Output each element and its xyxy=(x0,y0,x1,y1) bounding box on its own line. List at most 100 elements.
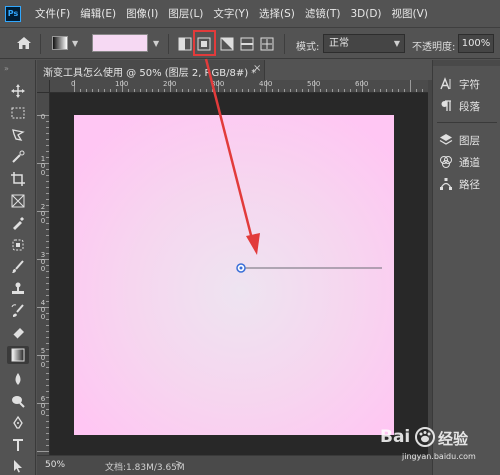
mode-label: 模式: xyxy=(296,42,320,53)
divider xyxy=(437,122,497,123)
paw-logo-icon xyxy=(415,427,435,447)
status-menu-arrow[interactable]: > xyxy=(175,459,183,469)
baidu-jingyan-watermark: Bai 经验 jingyan.baidu.com xyxy=(380,425,500,475)
vertical-ruler[interactable]: 0 1 0 0 2 0 0 3 0 0 4 0 0 5 0 0 6 0 0 xyxy=(37,93,50,455)
history-brush-tool-icon[interactable] xyxy=(9,302,27,320)
path-selection-tool-icon[interactable] xyxy=(9,457,27,475)
ruler-ticks xyxy=(74,80,423,92)
panel-item-channels[interactable]: 通道 xyxy=(439,154,480,170)
crop-tool-icon[interactable] xyxy=(9,170,27,188)
panel-label: 段落 xyxy=(459,100,480,113)
angle-gradient-icon[interactable] xyxy=(220,37,234,51)
ruler-label: 100 xyxy=(115,80,129,88)
options-bar: ▼ ▼ 模式: 正常 ▼ 不透明度: 100% xyxy=(0,27,500,59)
quick-selection-tool-icon[interactable] xyxy=(9,148,27,166)
menu-bar: Ps 文件(F) 编辑(E) 图像(I) 图层(L) 文字(Y) 选择(S) 滤… xyxy=(0,0,500,27)
menu-filter[interactable]: 滤镜(T) xyxy=(305,6,341,21)
panel-header[interactable] xyxy=(433,60,500,66)
clone-stamp-tool-icon[interactable] xyxy=(9,280,27,298)
ruler-label: 5 0 0 xyxy=(40,347,46,369)
marquee-tool-icon[interactable] xyxy=(9,104,27,122)
paths-icon xyxy=(439,177,453,191)
ruler-label: 3 0 0 xyxy=(40,251,46,273)
menu-image[interactable]: 图像(I) xyxy=(126,6,158,21)
menu-3d[interactable]: 3D(D) xyxy=(350,8,381,20)
pen-tool-icon[interactable] xyxy=(9,414,27,432)
menu-file[interactable]: 文件(F) xyxy=(35,6,70,21)
panel-item-paths[interactable]: 路径 xyxy=(439,176,480,192)
home-icon[interactable] xyxy=(16,36,32,50)
ruler-label: 1 0 0 xyxy=(40,155,46,177)
chevron-down-icon[interactable]: ▼ xyxy=(153,39,159,48)
linear-gradient-icon[interactable] xyxy=(178,37,192,51)
annotation-highlight-box xyxy=(193,30,216,56)
dodge-tool-icon[interactable] xyxy=(9,392,27,410)
panel-item-character[interactable]: 字符 xyxy=(439,76,480,92)
menu-select[interactable]: 选择(S) xyxy=(259,6,295,21)
ruler-label: 400 xyxy=(259,80,273,88)
reflected-gradient-icon[interactable] xyxy=(240,37,254,51)
channels-icon xyxy=(439,155,453,169)
eraser-tool-icon[interactable] xyxy=(9,324,27,342)
panel-label: 通道 xyxy=(459,156,480,169)
watermark-url: jingyan.baidu.com xyxy=(402,452,476,461)
horizontal-ruler[interactable]: 0 100 200 300 400 500 600 xyxy=(50,80,428,93)
ruler-label: 6 0 0 xyxy=(40,395,46,417)
frame-tool-icon[interactable] xyxy=(9,192,27,210)
panel-label: 字符 xyxy=(459,78,480,91)
ruler-label: 2 0 0 xyxy=(40,203,46,225)
separator xyxy=(168,34,169,54)
tab-strip xyxy=(265,60,428,80)
menu-view[interactable]: 视图(V) xyxy=(392,6,428,21)
tool-preset-picker[interactable] xyxy=(52,36,68,50)
side-panel-dock: 字符 段落 图层 通道 路径 xyxy=(432,60,500,475)
brush-tool-icon[interactable] xyxy=(9,258,27,276)
blend-mode-value: 正常 xyxy=(329,38,349,49)
watermark-brand: Bai xyxy=(380,427,411,447)
close-icon[interactable]: × xyxy=(253,63,261,74)
status-bar: 50% 文档:1.83M/3.65M > xyxy=(37,455,432,475)
move-tool-icon[interactable] xyxy=(9,82,27,100)
opacity-input[interactable]: 100% xyxy=(458,34,494,53)
ruler-label: 300 xyxy=(211,80,225,88)
zoom-level[interactable]: 50% xyxy=(45,460,65,470)
ruler-origin[interactable] xyxy=(37,80,50,93)
blur-tool-icon[interactable] xyxy=(9,370,27,388)
ruler-label: 4 0 0 xyxy=(40,299,46,321)
menu-type[interactable]: 文字(Y) xyxy=(213,6,249,21)
ruler-label: 200 xyxy=(163,80,177,88)
panel-label: 路径 xyxy=(459,178,480,191)
menu-layer[interactable]: 图层(L) xyxy=(168,6,203,21)
blend-mode-select[interactable]: 正常 ▼ xyxy=(323,34,405,53)
ruler-label: 0 xyxy=(71,80,76,88)
panel-item-paragraph[interactable]: 段落 xyxy=(439,98,480,114)
watermark-title: 经验 xyxy=(438,430,469,448)
document-canvas[interactable] xyxy=(74,115,394,435)
ruler-label: 500 xyxy=(307,80,321,88)
opacity-label: 不透明度: xyxy=(412,42,456,53)
separator xyxy=(284,34,285,54)
type-tool-icon[interactable] xyxy=(9,436,27,454)
document-title: 渐变工具怎么使用 @ 50% (图层 2, RGB/8#) * xyxy=(43,68,257,79)
diamond-gradient-icon[interactable] xyxy=(260,37,274,51)
gradient-editor-swatch[interactable] xyxy=(92,34,148,52)
chevron-down-icon: ▼ xyxy=(393,39,400,48)
lasso-tool-icon[interactable] xyxy=(9,126,27,144)
paragraph-icon xyxy=(439,99,453,113)
character-icon xyxy=(439,77,453,91)
ruler-label: 600 xyxy=(355,80,369,88)
ruler-label: 0 xyxy=(40,113,46,121)
collapse-icon[interactable]: » xyxy=(4,64,9,73)
eyedropper-tool-icon[interactable] xyxy=(9,214,27,232)
document-tab[interactable]: 渐变工具怎么使用 @ 50% (图层 2, RGB/8#) * × xyxy=(37,60,265,80)
menu-edit[interactable]: 编辑(E) xyxy=(80,6,116,21)
document-workspace xyxy=(50,93,428,455)
panel-item-layers[interactable]: 图层 xyxy=(439,132,480,148)
document-info: 文档:1.83M/3.65M xyxy=(105,463,185,473)
gradient-tool-icon[interactable] xyxy=(7,346,29,364)
layers-icon xyxy=(439,133,453,147)
panel-label: 图层 xyxy=(459,134,480,147)
separator xyxy=(40,34,41,54)
chevron-down-icon[interactable]: ▼ xyxy=(72,39,78,48)
healing-brush-tool-icon[interactable] xyxy=(9,236,27,254)
